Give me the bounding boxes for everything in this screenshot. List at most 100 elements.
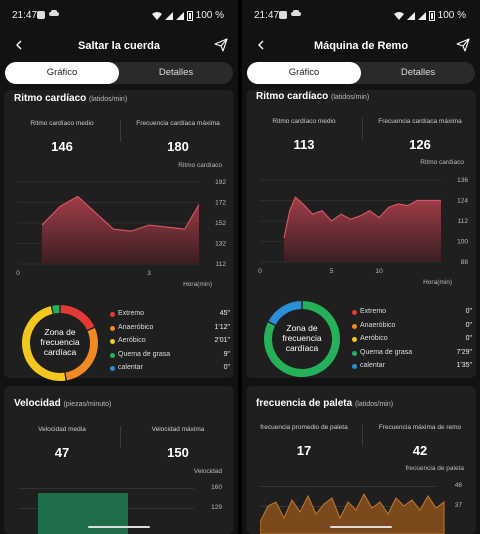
speed-y-tick: 160 (211, 484, 222, 491)
legend-time: 9" (223, 350, 230, 358)
legend-name: Quema de grasa (360, 348, 413, 356)
legend-dot (110, 366, 115, 371)
max-heart-rate-label: Frecuencia cardíaca máxima (136, 120, 220, 127)
legend-name: Anaeróbico (360, 321, 396, 329)
legend-time: 2'01" (214, 337, 230, 344)
speed-y-tick: 129 (211, 504, 222, 511)
zone-center-line: Zona de (44, 327, 76, 337)
zone-center-line: cardíaca (285, 343, 319, 353)
tab-details[interactable]: Detalles (119, 62, 233, 84)
avg-heart-rate: Ritmo cardíaco medio 113 (250, 118, 358, 152)
signal-icon (406, 11, 415, 20)
battery-icon (186, 10, 193, 21)
nav-bar: Máquina de Remo (242, 36, 480, 56)
cloud-icon (49, 10, 59, 16)
speed-unit: (piezas/minuto) (63, 401, 112, 408)
y-tick-label: 112 (458, 218, 469, 225)
legend-time: 0" (223, 364, 230, 371)
legend-dot (352, 337, 357, 342)
legend-item: Aeróbico 2'01" (110, 337, 230, 351)
avg-heart-rate-value: 113 (293, 137, 315, 152)
y-tick-label: 88 (461, 259, 469, 266)
y-tick-label: 192 (215, 179, 226, 186)
avg-stroke-rate-label: frecuencia promedio de paleta (260, 424, 348, 431)
share-icon[interactable] (456, 38, 470, 52)
avg-heart-rate: Ritmo cardíaco medio 146 (8, 120, 116, 154)
legend-dot (110, 352, 115, 358)
home-indicator[interactable] (330, 526, 392, 528)
share-icon[interactable] (214, 38, 228, 52)
legend-item: Extremo 45" (110, 310, 230, 324)
legend-item: Aeróbico 0" (352, 335, 472, 349)
legend-item: Extremo 0" (352, 308, 472, 322)
avg-speed: Velocidad media 47 (8, 426, 116, 460)
legend-name: Quema de grasa (118, 350, 171, 358)
divider (362, 424, 363, 446)
speed-title: Velocidad (14, 398, 61, 409)
home-indicator[interactable] (88, 526, 150, 528)
speed-y-axis-label: Velocidad (193, 468, 222, 475)
avg-speed-value: 47 (54, 445, 70, 460)
heart-rate-area (284, 197, 441, 262)
signal-icon (175, 11, 184, 20)
x-tick-label: 0 (16, 270, 20, 277)
legend-name: Extremo (360, 308, 387, 315)
legend-item: Anaeróbico 0" (352, 322, 472, 336)
wifi-icon (151, 11, 162, 20)
legend-time: 1'12" (214, 323, 230, 331)
max-stroke-rate-value: 42 (412, 443, 428, 458)
card-title: Ritmo cardíaco (latidos/min) (256, 91, 369, 102)
legend-item: Quema de grasa 9" (110, 351, 230, 365)
zone-center-line: cardíaca (43, 347, 77, 357)
notification-icon (37, 11, 45, 19)
legend-dot (110, 312, 115, 317)
zone-center-line: Zona de (286, 323, 318, 333)
divider (120, 426, 121, 448)
legend-name: Aeróbico (118, 337, 146, 344)
heart-rate-chart: 136 124 112 100 88 0 5 10 (258, 177, 469, 275)
signal-icon (164, 11, 173, 20)
y-tick-label: 112 (216, 261, 227, 268)
nav-bar: Saltar la cuerda (0, 36, 238, 56)
tab-chart[interactable]: Gráfico (5, 62, 119, 84)
heart-rate-unit: (latidos/min) (331, 94, 370, 101)
zone-legend: Extremo 45" Anaeróbico 1'12" Aeróbico 2'01" Qu… (110, 310, 230, 378)
legend-dot (352, 323, 357, 329)
legend-time: 0" (465, 321, 472, 329)
max-stroke-rate-label: Frecuencia máxima de remo (378, 424, 462, 431)
max-heart-rate: Frecuencia cardíaca máxima 180 (124, 120, 232, 154)
x-tick-label: 5 (330, 268, 334, 275)
status-time: 21:47 (12, 10, 38, 21)
zone-legend: Extremo 0" Anaeróbico 0" Aeróbico 0" Quema de … (352, 308, 472, 376)
status-time: 21:47 (254, 10, 280, 21)
tab-bar: Gráfico Detalles (247, 62, 475, 84)
battery-icon (428, 10, 435, 21)
zone-center-label: Zona de frecuencia cardíaca (30, 327, 90, 357)
legend-time: 0" (465, 308, 472, 315)
legend-time: 1'35" (456, 362, 472, 369)
zone-center-label: Zona de frecuencia cardíaca (272, 323, 332, 353)
page-title: Saltar la cuerda (78, 40, 160, 52)
avg-speed-label: Velocidad media (38, 426, 86, 433)
heart-rate-unit: (latidos/min) (89, 96, 128, 103)
page-title: Máquina de Remo (313, 40, 409, 52)
legend-name: calentar (118, 364, 143, 371)
screens: 21:47 100 % Saltar la cuerda Gráfico Det… (0, 0, 480, 534)
legend-time: 7'29" (456, 348, 472, 356)
divider (362, 118, 363, 140)
max-speed-value: 150 (167, 445, 189, 460)
y-tick-label: 100 (457, 239, 468, 246)
y-axis-label: Ritmo cardíaco (178, 162, 222, 169)
tab-details[interactable]: Detalles (361, 62, 475, 84)
notification-icon (279, 11, 287, 19)
heart-rate-card: Ritmo cardíaco (latidos/min) Ritmo cardí… (4, 90, 234, 381)
zone-slice (268, 301, 302, 325)
max-heart-rate-value: 180 (167, 139, 189, 154)
avg-stroke-rate: frecuencia promedio de paleta 17 (250, 424, 358, 458)
legend-item: Quema de grasa 7'29" (352, 349, 472, 363)
battery-level: 100 % (437, 10, 466, 21)
wifi-icon (393, 11, 404, 20)
tab-chart[interactable]: Gráfico (247, 62, 361, 84)
legend-time: 0" (465, 335, 472, 342)
legend-name: Aeróbico (360, 335, 388, 342)
